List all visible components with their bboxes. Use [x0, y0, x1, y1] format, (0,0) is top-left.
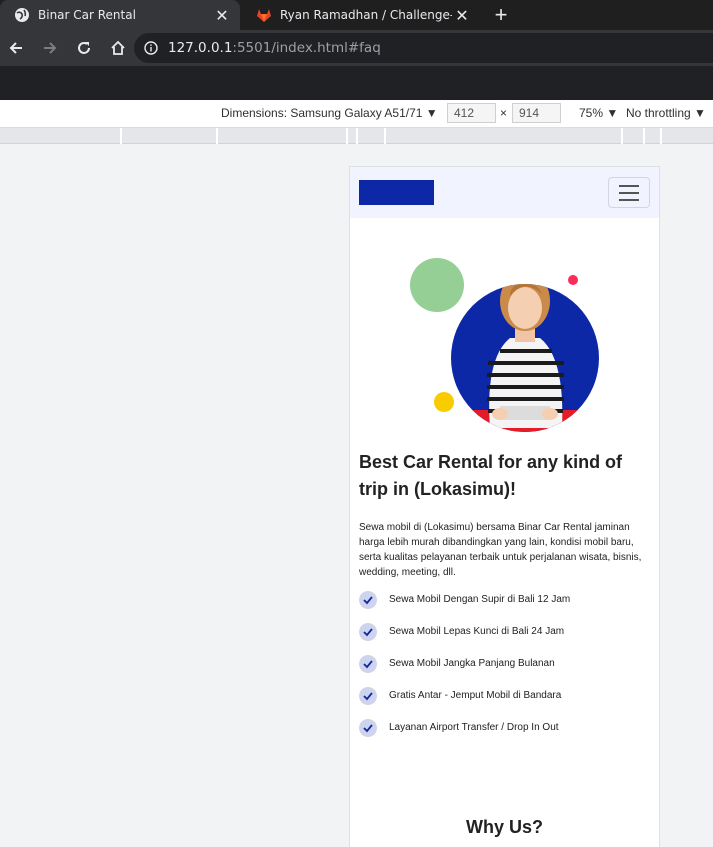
why-us-heading: Why Us?: [465, 817, 543, 837]
service-label: Sewa Mobil Jangka Panjang Bulanan: [389, 658, 555, 669]
hero-description: Sewa mobil di (Lokasimu) bersama Binar C…: [359, 522, 642, 578]
service-label: Sewa Mobil Dengan Supir di Bali 12 Jam: [389, 594, 571, 605]
device-select[interactable]: Dimensions: Samsung Galaxy A51/71 ▼: [221, 106, 438, 120]
hamburger-line: [619, 198, 639, 201]
caret-down-icon: ▼: [694, 106, 706, 120]
close-icon[interactable]: ✕: [212, 5, 232, 25]
ruler-divider: [621, 128, 623, 144]
reload-icon[interactable]: [74, 38, 94, 58]
tab-title: Binar Car Rental: [38, 8, 136, 22]
service-label: Gratis Antar - Jemput Mobil di Bandara: [389, 690, 562, 701]
hero-illustration: [410, 258, 599, 432]
address-bar[interactable]: 127.0.0.1:5501/index.html#faq: [134, 33, 713, 63]
list-item: Layanan Airport Transfer / Drop In Out: [359, 719, 651, 751]
hamburger-menu-button[interactable]: [608, 177, 650, 208]
globe-icon: [14, 7, 30, 23]
check-icon: [359, 687, 377, 705]
check-icon: [359, 623, 377, 641]
ruler-divider: [643, 128, 645, 144]
height-input[interactable]: 914: [512, 103, 561, 123]
green-circle: [410, 258, 464, 312]
check-icon: [359, 591, 377, 609]
service-label: Sewa Mobil Lepas Kunci di Bali 24 Jam: [389, 626, 565, 637]
browser-toolbar: 127.0.0.1:5501/index.html#faq: [0, 30, 713, 66]
devtools-top-area: [0, 66, 713, 100]
device-toolbar: Dimensions: Samsung Galaxy A51/71 ▼ 412 …: [0, 100, 713, 128]
close-icon[interactable]: ✕: [452, 5, 472, 25]
list-item: Sewa Mobil Dengan Supir di Bali 12 Jam: [359, 591, 651, 623]
list-item: Sewa Mobil Lepas Kunci di Bali 24 Jam: [359, 623, 651, 655]
yellow-dot: [434, 392, 454, 412]
check-icon: [359, 655, 377, 673]
ruler-divider: [356, 128, 358, 144]
ruler-divider: [660, 128, 662, 144]
media-query-ruler[interactable]: [0, 128, 713, 144]
tab-binar-car-rental[interactable]: Binar Car Rental ✕: [0, 0, 240, 30]
check-icon: [359, 719, 377, 737]
dimension-separator: ×: [500, 106, 508, 120]
ruler-divider: [216, 128, 218, 144]
caret-down-icon: ▼: [606, 106, 619, 120]
gitlab-icon: [256, 7, 272, 23]
browser-tab-bar: Binar Car Rental ✕ Ryan Ramadhan / Chall…: [0, 0, 713, 30]
list-item: Sewa Mobil Jangka Panjang Bulanan: [359, 655, 651, 687]
tab-gitlab-challenge[interactable]: Ryan Ramadhan / Challenge-03 · G ✕: [242, 0, 480, 30]
caret-down-icon: ▼: [425, 106, 438, 120]
service-label: Layanan Airport Transfer / Drop In Out: [389, 722, 559, 733]
zoom-select[interactable]: 75% ▼: [579, 106, 618, 120]
hamburger-line: [619, 184, 639, 187]
service-list: Sewa Mobil Dengan Supir di Bali 12 Jam S…: [359, 591, 651, 751]
url-text: 127.0.0.1:5501/index.html#faq: [168, 40, 381, 56]
red-dot: [568, 275, 578, 285]
info-icon[interactable]: [144, 41, 158, 55]
site-navbar: [350, 167, 659, 218]
new-tab-button[interactable]: +: [488, 2, 514, 27]
home-icon[interactable]: [108, 38, 128, 58]
device-viewport: Best Car Rental for any kind of trip in …: [349, 166, 660, 847]
list-item: Gratis Antar - Jemput Mobil di Bandara: [359, 687, 651, 719]
forward-icon[interactable]: [40, 38, 60, 58]
ruler-divider: [346, 128, 348, 144]
back-icon[interactable]: [6, 38, 26, 58]
ruler-divider: [120, 128, 122, 144]
hamburger-line: [619, 191, 639, 194]
tab-title: Ryan Ramadhan / Challenge-03 · G: [280, 8, 452, 22]
width-input[interactable]: 412: [447, 103, 496, 123]
brand-logo[interactable]: [359, 180, 434, 205]
throttling-select[interactable]: No throttling ▼: [626, 106, 706, 120]
hero-title: Best Car Rental for any kind of trip in …: [359, 452, 623, 499]
ruler-divider: [384, 128, 386, 144]
